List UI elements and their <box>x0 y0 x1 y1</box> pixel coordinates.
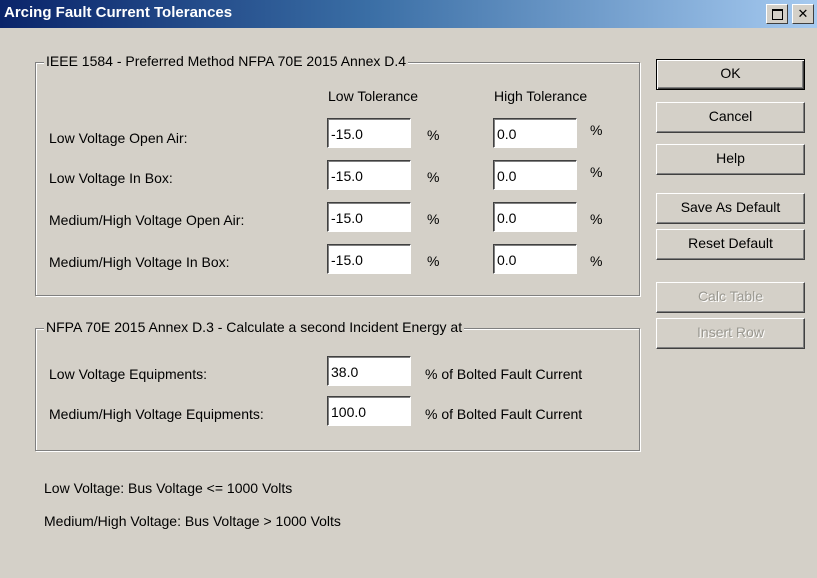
ok-button[interactable]: OK <box>656 59 805 90</box>
mhv-in-box-high-input[interactable] <box>493 244 577 274</box>
lv-in-box-high-input[interactable] <box>493 160 577 190</box>
close-icon[interactable]: ✕ <box>792 4 814 24</box>
restore-icon[interactable] <box>766 4 788 24</box>
bolted-fault-suffix: % of Bolted Fault Current <box>425 406 583 422</box>
note-low-voltage: Low Voltage: Bus Voltage <= 1000 Volts <box>44 480 293 496</box>
lv-equipments-input[interactable] <box>327 356 411 386</box>
reset-default-button[interactable]: Reset Default <box>656 229 805 260</box>
high-tolerance-header: High Tolerance <box>494 88 588 104</box>
row-label-lv-in-box: Low Voltage In Box: <box>49 170 173 186</box>
mhv-open-air-high-input[interactable] <box>493 202 577 232</box>
group-title-ieee: IEEE 1584 - Preferred Method NFPA 70E 20… <box>44 53 409 69</box>
row-label-mhv-open-air: Medium/High Voltage Open Air: <box>49 212 245 228</box>
help-button[interactable]: Help <box>656 144 805 175</box>
row-label-mhv-in-box: Medium/High Voltage In Box: <box>49 254 230 270</box>
window-title: Arcing Fault Current Tolerances <box>4 4 233 21</box>
mhv-equipments-input[interactable] <box>327 396 411 426</box>
lv-open-air-high-input[interactable] <box>493 118 577 148</box>
save-as-default-button[interactable]: Save As Default <box>656 193 805 224</box>
dialog-window: Arcing Fault Current Tolerances ✕ IEEE 1… <box>0 0 817 578</box>
percent-unit: % <box>590 253 603 269</box>
percent-unit: % <box>590 164 603 180</box>
bolted-fault-suffix: % of Bolted Fault Current <box>425 366 583 382</box>
mhv-open-air-low-input[interactable] <box>327 202 411 232</box>
percent-unit: % <box>590 211 603 227</box>
row-label-mhv-equipments: Medium/High Voltage Equipments: <box>49 406 264 422</box>
nfpa-annex-d3-group: NFPA 70E 2015 Annex D.3 - Calculate a se… <box>35 319 640 451</box>
percent-unit: % <box>427 253 440 269</box>
row-label-lv-open-air: Low Voltage Open Air: <box>49 130 188 146</box>
percent-unit: % <box>590 122 603 138</box>
lv-in-box-low-input[interactable] <box>327 160 411 190</box>
percent-unit: % <box>427 127 440 143</box>
percent-unit: % <box>427 211 440 227</box>
title-bar[interactable]: Arcing Fault Current Tolerances ✕ <box>0 0 817 28</box>
row-label-lv-equipments: Low Voltage Equipments: <box>49 366 207 382</box>
low-tolerance-header: Low Tolerance <box>328 88 419 104</box>
percent-unit: % <box>427 169 440 185</box>
mhv-in-box-low-input[interactable] <box>327 244 411 274</box>
group-title-nfpa: NFPA 70E 2015 Annex D.3 - Calculate a se… <box>44 319 465 335</box>
lv-open-air-low-input[interactable] <box>327 118 411 148</box>
note-medium-high-voltage: Medium/High Voltage: Bus Voltage > 1000 … <box>44 513 341 529</box>
insert-row-button[interactable]: Insert Row <box>656 318 805 349</box>
cancel-button[interactable]: Cancel <box>656 102 805 133</box>
calc-table-button[interactable]: Calc Table <box>656 282 805 313</box>
